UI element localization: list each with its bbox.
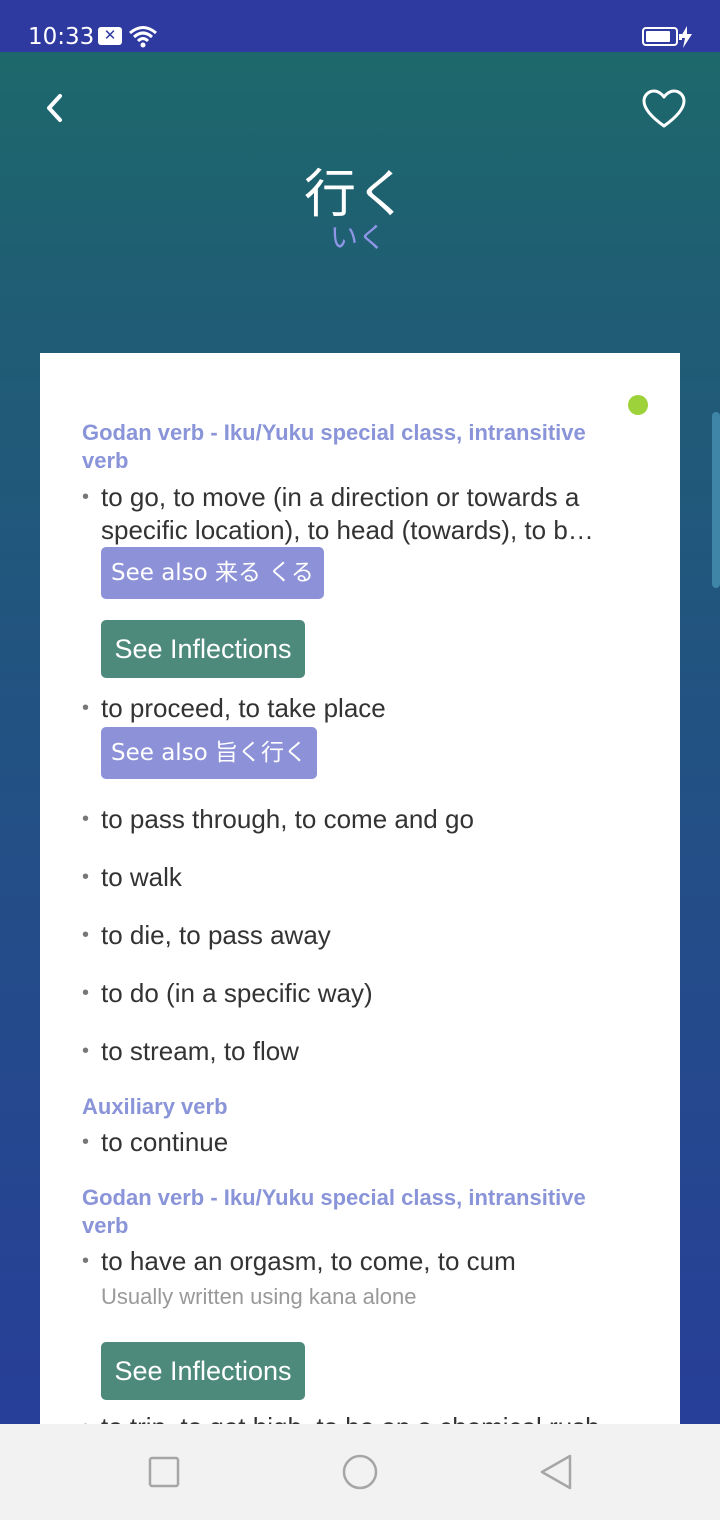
bullet: • bbox=[82, 1250, 90, 1272]
sense-8: to continue bbox=[101, 1127, 229, 1157]
sense-1: to go, to move (in a direction or toward… bbox=[101, 481, 641, 547]
part-of-speech: Auxiliary verb bbox=[82, 1094, 228, 1119]
sense-9: to have an orgasm, to come, to cum bbox=[101, 1246, 516, 1276]
bullet: • bbox=[82, 1411, 94, 1424]
charging-bolt-icon bbox=[680, 26, 692, 48]
see-inflections-button[interactable]: See Inflections bbox=[101, 620, 305, 678]
home-icon[interactable] bbox=[338, 1452, 382, 1492]
sense-2: to proceed, to take place bbox=[101, 693, 386, 723]
usage-note: Usually written using kana alone bbox=[101, 1284, 417, 1309]
see-also-chip[interactable]: See also 来る くる bbox=[101, 547, 324, 599]
sense-3: to pass through, to come and go bbox=[101, 804, 474, 834]
part-of-speech: Godan verb - Iku/Yuku special class, int… bbox=[82, 1185, 586, 1238]
bullet: • bbox=[82, 1131, 90, 1153]
sense-10: to trip, to get high, to be on a chemica… bbox=[101, 1411, 641, 1424]
back-triangle-icon[interactable] bbox=[534, 1452, 578, 1492]
sense-6: to do (in a specific way) bbox=[101, 978, 373, 1008]
sense-5: to die, to pass away bbox=[101, 920, 331, 950]
bullet: • bbox=[82, 1040, 90, 1062]
bullet: • bbox=[82, 982, 90, 1004]
status-bar: 10:33 ✕ bbox=[0, 0, 720, 52]
back-chevron-icon[interactable] bbox=[36, 86, 76, 130]
status-time: 10:33 bbox=[28, 24, 95, 50]
system-nav-bar bbox=[0, 1424, 720, 1520]
bullet: • bbox=[82, 866, 90, 888]
sense-1-text: to go, to move (in a direction or toward… bbox=[101, 481, 641, 547]
word-reading: いく bbox=[329, 221, 386, 254]
sense-1-line: to go, to move (in a direction or toward… bbox=[101, 482, 580, 512]
see-also-chip[interactable]: See also 旨く行く bbox=[101, 727, 318, 779]
recent-apps-icon[interactable] bbox=[142, 1452, 186, 1492]
bullet: • bbox=[82, 924, 90, 946]
sense-4: to walk bbox=[101, 862, 182, 892]
notification-x-icon: ✕ bbox=[98, 27, 122, 45]
wifi-icon bbox=[129, 26, 157, 48]
bullet: • bbox=[82, 697, 90, 719]
definition-card[interactable]: Godan verb - Iku/Yuku special class, int… bbox=[40, 353, 680, 1424]
favorite-heart-icon[interactable] bbox=[640, 86, 688, 134]
see-inflections-button[interactable]: See Inflections bbox=[101, 1342, 305, 1400]
bullet: • bbox=[82, 808, 90, 830]
sense-7: to stream, to flow bbox=[101, 1036, 299, 1066]
status-dot bbox=[628, 395, 648, 415]
bullet: • bbox=[82, 486, 90, 508]
battery-icon bbox=[642, 27, 682, 46]
part-of-speech: Godan verb - Iku/Yuku special class, int… bbox=[82, 420, 586, 473]
sense-1-line2: specific location), to head (towards), t… bbox=[101, 515, 594, 545]
scrollbar-thumb[interactable] bbox=[712, 412, 720, 588]
